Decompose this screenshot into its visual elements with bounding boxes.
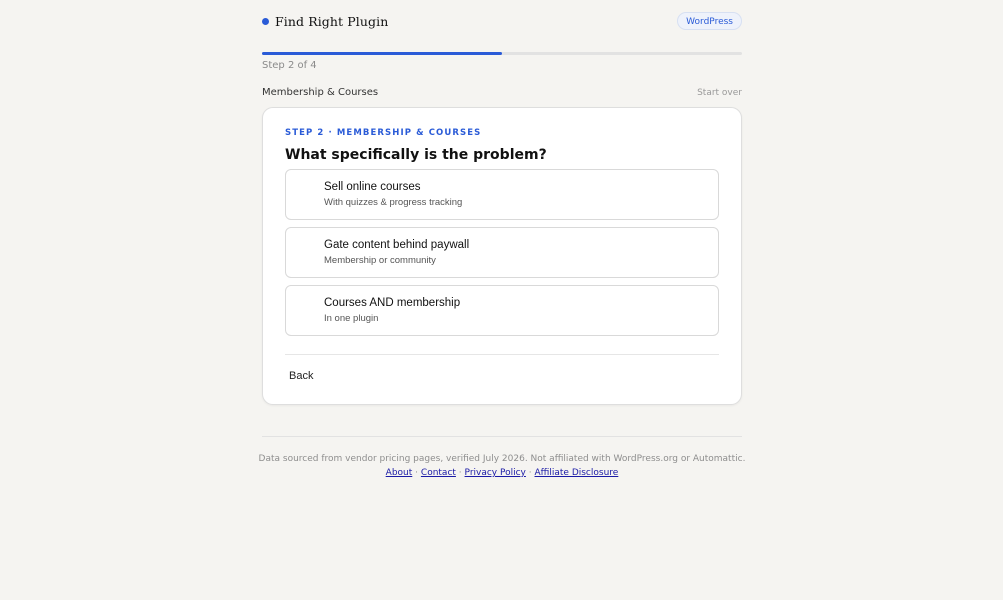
brand-name: Find Right Plugin <box>275 13 389 29</box>
option-subtitle: In one plugin <box>324 313 379 324</box>
question-card: STEP 2 · MEMBERSHIP & COURSES What speci… <box>262 107 742 405</box>
option-gate-content[interactable]: Gate content behind paywall Membership o… <box>285 227 719 278</box>
platform-badge: WordPress <box>677 12 742 30</box>
progress-bar-fill <box>262 52 502 55</box>
section-row: Membership & Courses Start over <box>262 87 742 101</box>
step-counter: Step 2 of 4 <box>262 60 317 71</box>
start-over-link[interactable]: Start over <box>697 88 742 98</box>
footer-link-about[interactable]: About <box>386 468 413 478</box>
brand[interactable]: Find Right Plugin <box>262 12 388 30</box>
footer-separator: · <box>528 468 532 478</box>
footer-note: Data sourced from vendor pricing pages, … <box>258 454 746 464</box>
progress-bar <box>262 52 742 55</box>
option-subtitle: With quizzes & progress tracking <box>324 197 463 208</box>
footer-links: About · Contact · Privacy Policy · Affil… <box>262 468 742 478</box>
header: Find Right Plugin WordPress <box>262 12 742 32</box>
card-divider <box>285 354 719 355</box>
step-eyebrow: STEP 2 · MEMBERSHIP & COURSES <box>285 128 482 138</box>
footer-divider <box>262 436 742 437</box>
footer-link-affiliate-disclosure[interactable]: Affiliate Disclosure <box>535 468 619 478</box>
section-label: Membership & Courses <box>262 87 379 98</box>
option-sell-online-courses[interactable]: Sell online courses With quizzes & progr… <box>285 169 719 220</box>
footer-separator: · <box>415 468 419 478</box>
brand-dot-icon <box>262 18 269 25</box>
footer-link-privacy-policy[interactable]: Privacy Policy <box>465 468 526 478</box>
option-title: Courses AND membership <box>324 297 461 309</box>
question-title: What specifically is the problem? <box>285 147 547 163</box>
back-button[interactable]: Back <box>289 370 313 382</box>
footer-link-contact[interactable]: Contact <box>421 468 456 478</box>
option-title: Gate content behind paywall <box>324 239 470 251</box>
option-title: Sell online courses <box>324 181 421 193</box>
option-courses-and-membership[interactable]: Courses AND membership In one plugin <box>285 285 719 336</box>
footer-separator: · <box>458 468 462 478</box>
option-subtitle: Membership or community <box>324 255 436 266</box>
